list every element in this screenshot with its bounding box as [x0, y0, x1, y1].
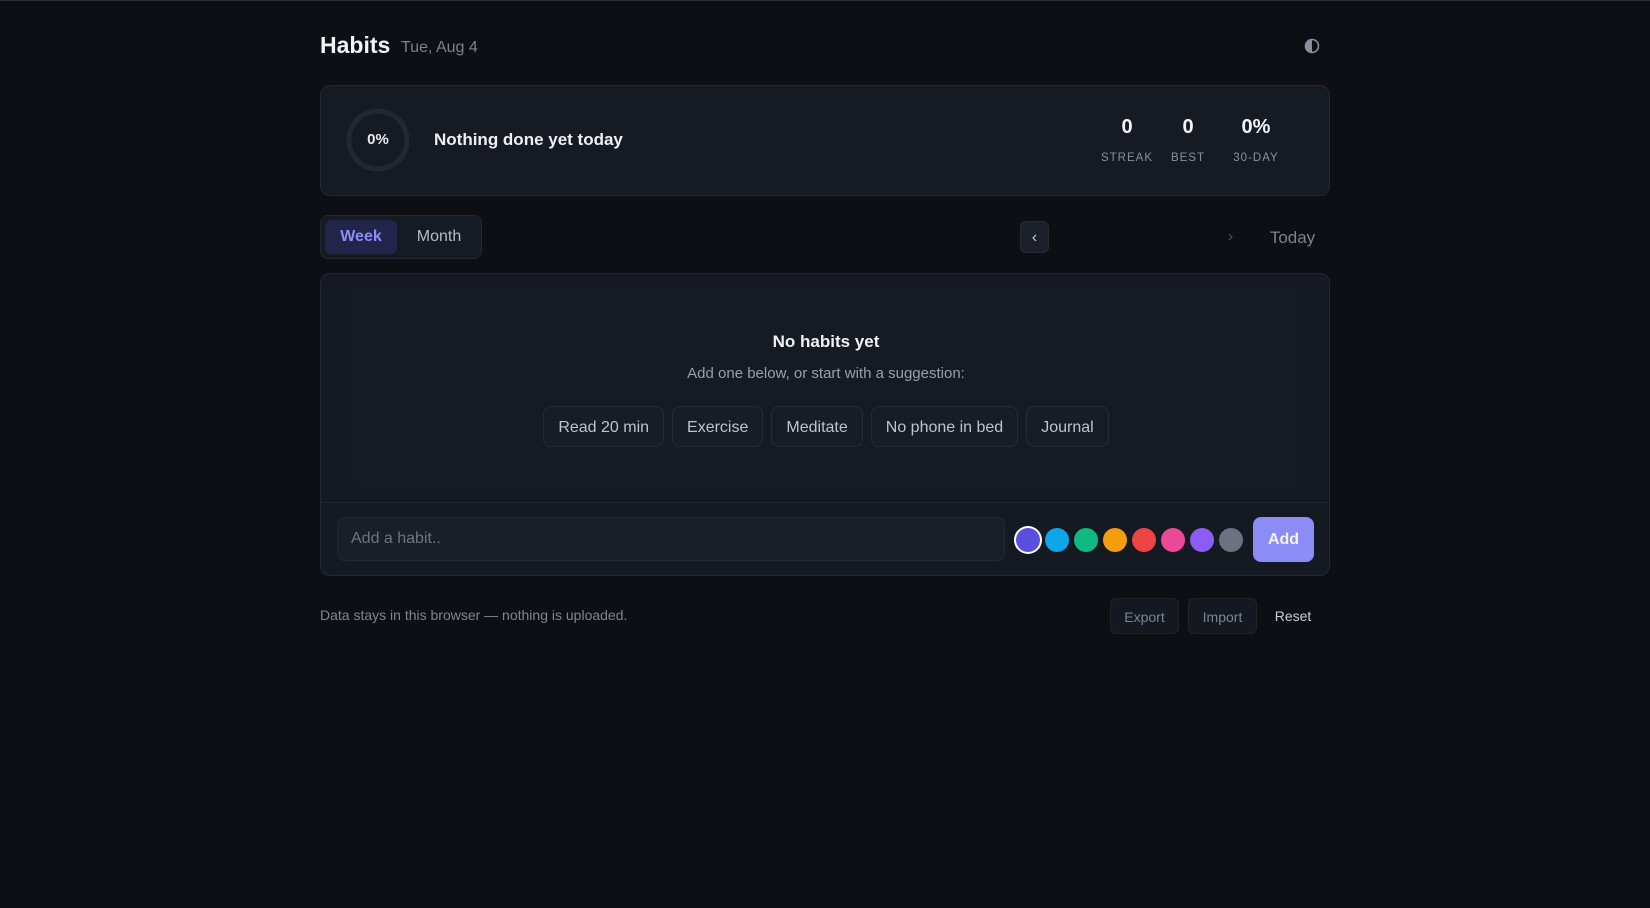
import-button[interactable]: Import	[1188, 598, 1257, 634]
add-button[interactable]: Add	[1253, 517, 1314, 562]
stat-label: BEST	[1170, 152, 1206, 164]
page-title: Habits	[320, 32, 391, 58]
tab-month[interactable]: Month	[401, 220, 477, 254]
reset-button[interactable]: Reset	[1264, 598, 1322, 634]
stat-label: STREAK	[1100, 152, 1153, 164]
color-swatch[interactable]	[1190, 528, 1214, 552]
suggestion-chip[interactable]: Exercise	[672, 406, 764, 447]
progress-ring: 0%	[345, 107, 411, 173]
color-swatch[interactable]	[1045, 528, 1069, 552]
export-button[interactable]: Export	[1110, 598, 1179, 634]
current-date: Tue, Aug 4	[401, 39, 478, 56]
color-swatch[interactable]	[1016, 528, 1040, 552]
stat-value: 0%	[1241, 116, 1271, 138]
view-toggle: Week Month	[320, 215, 482, 259]
chevron-left-icon[interactable]: ‹	[1020, 221, 1049, 253]
habit-input[interactable]	[337, 517, 1005, 561]
stat-value: 0	[1182, 116, 1194, 138]
summary-card: 0% Nothing done yet today 0 STREAK 0 BES…	[320, 85, 1330, 196]
suggestion-list: Read 20 min Exercise Meditate No phone i…	[321, 406, 1331, 447]
empty-state	[351, 288, 1301, 488]
color-swatch[interactable]	[1103, 528, 1127, 552]
suggestion-chip[interactable]: No phone in bed	[870, 406, 1019, 447]
stat-best: 0 BEST	[1163, 116, 1213, 164]
color-swatch[interactable]	[1132, 528, 1156, 552]
stat-30-day: 0% 30-DAY	[1221, 116, 1291, 164]
habits-card: No habits yet Add one below, or start wi…	[320, 273, 1330, 576]
tab-week[interactable]: Week	[325, 220, 397, 254]
contrast-icon[interactable]	[1303, 37, 1321, 55]
stat-label: 30-DAY	[1233, 152, 1279, 164]
empty-title: No habits yet	[772, 332, 880, 351]
progress-percent: 0%	[367, 131, 389, 148]
color-swatch[interactable]	[1074, 528, 1098, 552]
stat-streak: 0 STREAK	[1091, 116, 1163, 164]
empty-subtitle: Add one below, or start with a suggestio…	[687, 365, 965, 382]
today-button[interactable]: Today	[1255, 220, 1330, 255]
color-swatch[interactable]	[1161, 528, 1185, 552]
suggestion-chip[interactable]: Meditate	[771, 406, 863, 447]
privacy-note: Data stays in this browser — nothing is …	[320, 607, 628, 623]
summary-message: Nothing done yet today	[434, 130, 623, 149]
color-swatch[interactable]	[1219, 528, 1243, 552]
suggestion-chip[interactable]: Read 20 min	[543, 406, 665, 447]
chevron-right-icon[interactable]: ›	[1216, 221, 1245, 253]
stat-value: 0	[1121, 116, 1133, 138]
header: Habits Tue, Aug 4	[320, 30, 1330, 66]
divider	[321, 502, 1329, 503]
suggestion-chip[interactable]: Journal	[1026, 406, 1109, 447]
